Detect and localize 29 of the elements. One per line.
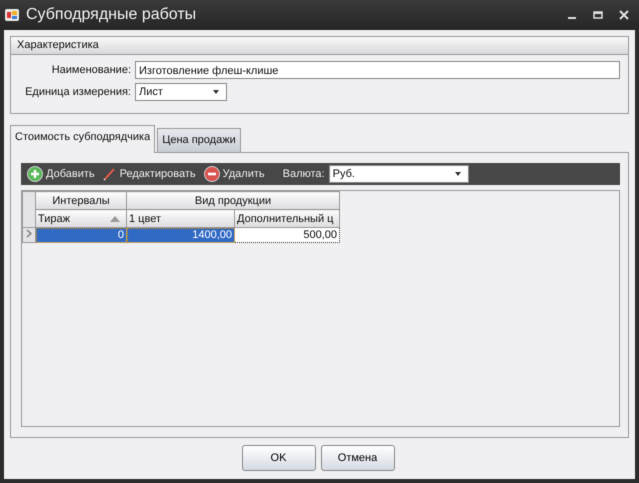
- currency-label: Валюта:: [282, 168, 325, 180]
- ok-button[interactable]: OK: [242, 445, 316, 471]
- column-header[interactable]: Дополнительный ц: [234, 210, 340, 228]
- app-icon: [4, 7, 20, 23]
- cancel-button[interactable]: Отмена: [320, 445, 394, 471]
- maximize-icon[interactable]: [593, 10, 603, 20]
- column-band-header: Интервалы: [36, 192, 126, 210]
- field-label: Наименование:: [50, 64, 132, 76]
- close-icon[interactable]: [619, 10, 629, 20]
- table-cell[interactable]: 0: [36, 228, 126, 242]
- unit-dropdown[interactable]: Лист: [135, 83, 227, 101]
- pencil-icon: [102, 167, 117, 181]
- currency-dropdown[interactable]: Руб.: [328, 165, 469, 183]
- window-title: Субподрядные работы: [26, 6, 196, 24]
- name-field[interactable]: Изготовление флеш-клише: [135, 61, 620, 79]
- remove-icon: [204, 166, 220, 182]
- edit-button[interactable]: Редактировать: [100, 164, 198, 184]
- group-title: Характеристика: [11, 37, 628, 55]
- table-cell[interactable]: 500,00: [234, 228, 340, 242]
- delete-button[interactable]: Удалить: [202, 164, 267, 184]
- field-label: Единица измерения:: [24, 86, 132, 98]
- column-header[interactable]: 1 цвет: [126, 210, 234, 228]
- tab[interactable]: Стоимость субподрядчика: [10, 125, 156, 153]
- column-band-header: Вид продукции: [126, 192, 340, 210]
- add-button[interactable]: Добавить: [25, 164, 97, 184]
- tab[interactable]: Цена продажи: [157, 128, 241, 152]
- add-icon: [27, 166, 43, 182]
- column-header[interactable]: Тираж: [36, 210, 126, 228]
- table-cell[interactable]: 1400,00: [126, 228, 234, 242]
